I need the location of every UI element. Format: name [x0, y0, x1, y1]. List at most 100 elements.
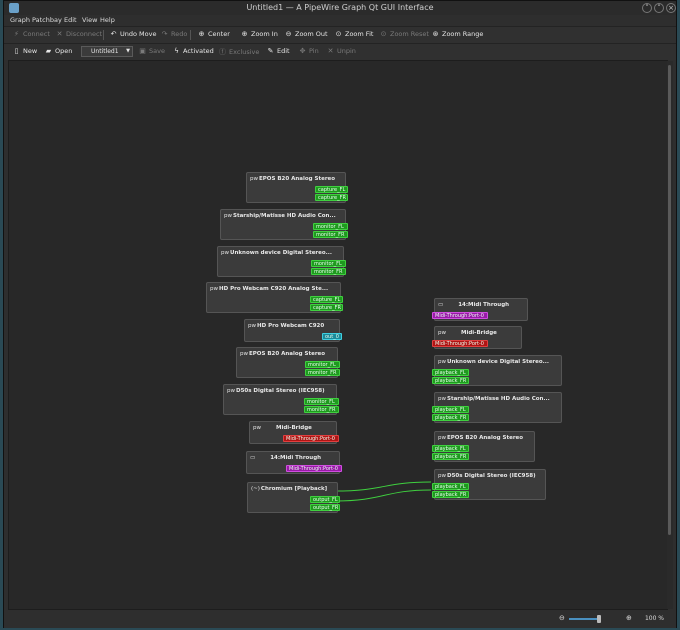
port-monitor-fl[interactable]: monitor_FL — [311, 260, 346, 267]
port-out-0[interactable]: out_0 — [322, 333, 342, 340]
zoom-in-button[interactable]: ⊕ Zoom In — [240, 30, 278, 40]
node-title: pwStarship/Matisse HD Audio Con... — [438, 396, 550, 402]
pin-button[interactable]: ✥ Pin — [298, 47, 319, 57]
maximize-icon[interactable]: ˄ — [654, 3, 664, 13]
node-unknown-monitor[interactable]: pwUnknown device Digital Stereo... monit… — [217, 246, 346, 277]
node-d50s-playback[interactable]: pwD50s Digital Stereo (IEC958) playback_… — [432, 469, 546, 500]
port-playback-fr[interactable]: playback_FR — [432, 377, 469, 384]
exclusive-toggle[interactable]: ⓕ Exclusive — [218, 47, 259, 57]
redo-icon: ↷ — [161, 30, 168, 38]
zoom-fit-button[interactable]: ⊙ Zoom Fit — [334, 30, 374, 40]
center-button[interactable]: ⊕ Center — [197, 30, 230, 40]
node-midi-through-out[interactable]: ▭ 14:Midi Through Midi-Through:Port-0 — [246, 451, 342, 474]
unpin-button[interactable]: ✕ Unpin — [326, 47, 356, 57]
main-toolbar: ⚡ Connect ✕ Disconnect ↶ Undo Move ↷ Redo ⊕ C… — [4, 26, 676, 43]
port-monitor-fl[interactable]: monitor_FL — [305, 361, 340, 368]
port-midi-through-out[interactable]: Midi-Through:Port-0 — [283, 435, 339, 442]
port-midi-through-in[interactable]: Midi-Through:Port-0 — [432, 312, 488, 319]
zoom-range-button[interactable]: ⊛ Zoom Range — [431, 30, 484, 40]
wire-output-fl-playback-fl[interactable] — [334, 481, 432, 492]
graph-canvas[interactable]: pwEPOS B20 Analog Stereo capture_FL capt… — [8, 60, 668, 610]
connect-label: Connect — [23, 30, 50, 38]
node-title-text: Midi-Bridge — [276, 425, 312, 431]
zoom-reset-button[interactable]: ⊙ Zoom Reset — [379, 30, 429, 40]
undo-move-button[interactable]: ↶ Undo Move — [109, 30, 157, 40]
node-webcam-video[interactable]: pwHD Pro Webcam C920 out_0 — [244, 319, 342, 342]
minimize-icon[interactable]: ˅ — [642, 3, 652, 13]
patchbay-select[interactable]: Untitled1 ▼ — [81, 46, 133, 57]
activated-toggle[interactable]: ϟ Activated — [172, 47, 214, 57]
menu-graph[interactable]: Graph — [10, 16, 30, 24]
node-title-text: Midi-Bridge — [461, 330, 497, 336]
open-button[interactable]: ▰ Open — [44, 47, 73, 57]
pencil-icon: ✎ — [267, 47, 274, 55]
wire-output-fr-playback-fr[interactable] — [334, 489, 432, 502]
port-playback-fr[interactable]: playback_FR — [432, 414, 469, 421]
port-playback-fl[interactable]: playback_FL — [432, 483, 469, 490]
save-button[interactable]: ▣ Save — [138, 47, 165, 57]
pipewire-icon: pw — [438, 330, 446, 336]
edit-button[interactable]: ✎ Edit — [266, 47, 290, 57]
close-icon[interactable]: × — [666, 3, 676, 13]
zoom-in-icon[interactable]: ⊕ — [626, 614, 632, 622]
pipewire-icon: pw — [438, 473, 446, 479]
node-title-text: Chromium [Playback] — [260, 486, 328, 492]
disconnect-button[interactable]: ✕ Disconnect — [55, 30, 103, 40]
new-button[interactable]: ▯ New — [12, 47, 38, 57]
port-output-fr[interactable]: output_FR — [310, 504, 340, 511]
node-starship-monitor[interactable]: pwStarship/Matisse HD Audio Con... monit… — [220, 209, 348, 240]
node-title-text: EPOS B20 Analog Stereo — [447, 435, 524, 441]
menu-help[interactable]: Help — [100, 16, 115, 24]
node-title: pwUnknown device Digital Stereo... — [221, 250, 332, 256]
node-midi-bridge-out[interactable]: pw Midi-Bridge Midi-Through:Port-0 — [249, 421, 339, 444]
node-midi-through-in[interactable]: ▭ 14:Midi Through Midi-Through:Port-0 — [432, 298, 528, 321]
port-midi-through-in[interactable]: Midi-Through:Port-0 — [432, 340, 488, 347]
port-capture-fr[interactable]: capture_FR — [310, 304, 343, 311]
zoom-out-button[interactable]: ⊖ Zoom Out — [284, 30, 328, 40]
port-monitor-fr[interactable]: monitor_FR — [311, 268, 346, 275]
connect-button[interactable]: ⚡ Connect — [12, 30, 50, 40]
port-playback-fl[interactable]: playback_FL — [432, 445, 469, 452]
scrollbar-thumb[interactable] — [668, 65, 671, 535]
node-epos-capture[interactable]: pwEPOS B20 Analog Stereo capture_FL capt… — [246, 172, 348, 203]
node-epos-monitor[interactable]: pwEPOS B20 Analog Stereo monitor_FL moni… — [236, 347, 340, 378]
node-title-text: 14:Midi Through — [270, 455, 322, 461]
menu-patchbay[interactable]: Patchbay — [32, 16, 62, 24]
zoom-range-icon: ⊛ — [432, 30, 439, 38]
node-epos-playback[interactable]: pwEPOS B20 Analog Stereo playback_FL pla… — [432, 431, 535, 462]
chevron-down-icon: ▼ — [126, 48, 130, 54]
node-webcam-capture[interactable]: pwHD Pro Webcam C920 Analog Ste... captu… — [206, 282, 343, 313]
port-capture-fl[interactable]: capture_FL — [315, 186, 348, 193]
port-playback-fl[interactable]: playback_FL — [432, 406, 469, 413]
port-playback-fr[interactable]: playback_FR — [432, 491, 469, 498]
menu-bar: Graph Patchbay Edit View Help — [4, 15, 676, 26]
port-monitor-fr[interactable]: monitor_FR — [313, 231, 348, 238]
port-monitor-fl[interactable]: monitor_FL — [304, 398, 339, 405]
unpin-icon: ✕ — [327, 47, 334, 55]
zoom-slider-handle[interactable] — [597, 615, 601, 623]
node-title: ▭ 14:Midi Through — [438, 302, 509, 308]
pipewire-icon: pw — [221, 250, 229, 256]
menu-view[interactable]: View — [82, 16, 97, 24]
port-monitor-fr[interactable]: monitor_FR — [304, 406, 339, 413]
center-icon: ⊕ — [198, 30, 205, 38]
node-d50s-monitor[interactable]: pwD50s Digital Stereo (IEC958) monitor_F… — [223, 384, 339, 415]
node-midi-bridge-in[interactable]: pw Midi-Bridge Midi-Through:Port-0 — [432, 326, 522, 349]
node-starship-playback[interactable]: pwStarship/Matisse HD Audio Con... playb… — [432, 392, 562, 423]
redo-button[interactable]: ↷ Redo — [160, 30, 188, 40]
node-title: pwEPOS B20 Analog Stereo — [250, 176, 335, 182]
node-chromium[interactable]: (~)Chromium [Playback] output_FL output_… — [247, 482, 340, 513]
zoom-fit-label: Zoom Fit — [345, 30, 374, 38]
port-capture-fr[interactable]: capture_FR — [315, 194, 348, 201]
port-output-fl[interactable]: output_FL — [310, 496, 340, 503]
node-unknown-playback[interactable]: pwUnknown device Digital Stereo... playb… — [432, 355, 562, 386]
menu-edit[interactable]: Edit — [64, 16, 77, 24]
port-midi-through-out[interactable]: Midi-Through:Port-0 — [286, 465, 342, 472]
port-playback-fr[interactable]: playback_FR — [432, 453, 469, 460]
zoom-out-icon[interactable]: ⊖ — [559, 614, 565, 622]
port-monitor-fl[interactable]: monitor_FL — [313, 223, 348, 230]
port-capture-fl[interactable]: capture_FL — [310, 296, 343, 303]
new-file-icon: ▯ — [14, 47, 19, 55]
port-monitor-fr[interactable]: monitor_FR — [305, 369, 340, 376]
port-playback-fl[interactable]: playback_FL — [432, 369, 469, 376]
